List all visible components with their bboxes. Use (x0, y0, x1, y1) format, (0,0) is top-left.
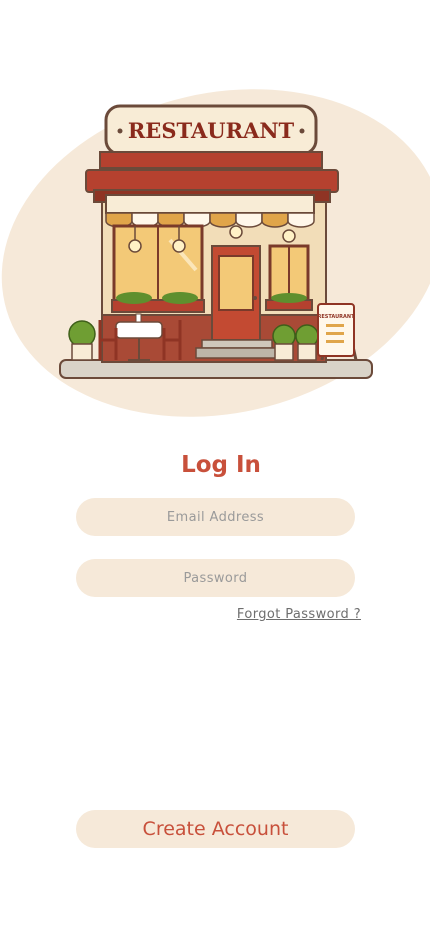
sign-text: RESTAURANT (128, 118, 295, 143)
forgot-password-link[interactable]: Forgot Password ? (237, 607, 361, 622)
roof-cornice (85, 169, 339, 193)
email-field[interactable] (76, 498, 355, 536)
awning (105, 194, 315, 228)
potted-plant-left (68, 320, 96, 361)
create-account-button[interactable]: Create Account (76, 810, 355, 848)
login-title: Log In (181, 452, 261, 478)
password-field[interactable] (76, 559, 355, 597)
menu-board: RESTAURANT (317, 303, 358, 361)
board-text: RESTAURANT (318, 314, 356, 320)
hero-illustration: RESTAURANT RESTAURANT (0, 60, 430, 440)
